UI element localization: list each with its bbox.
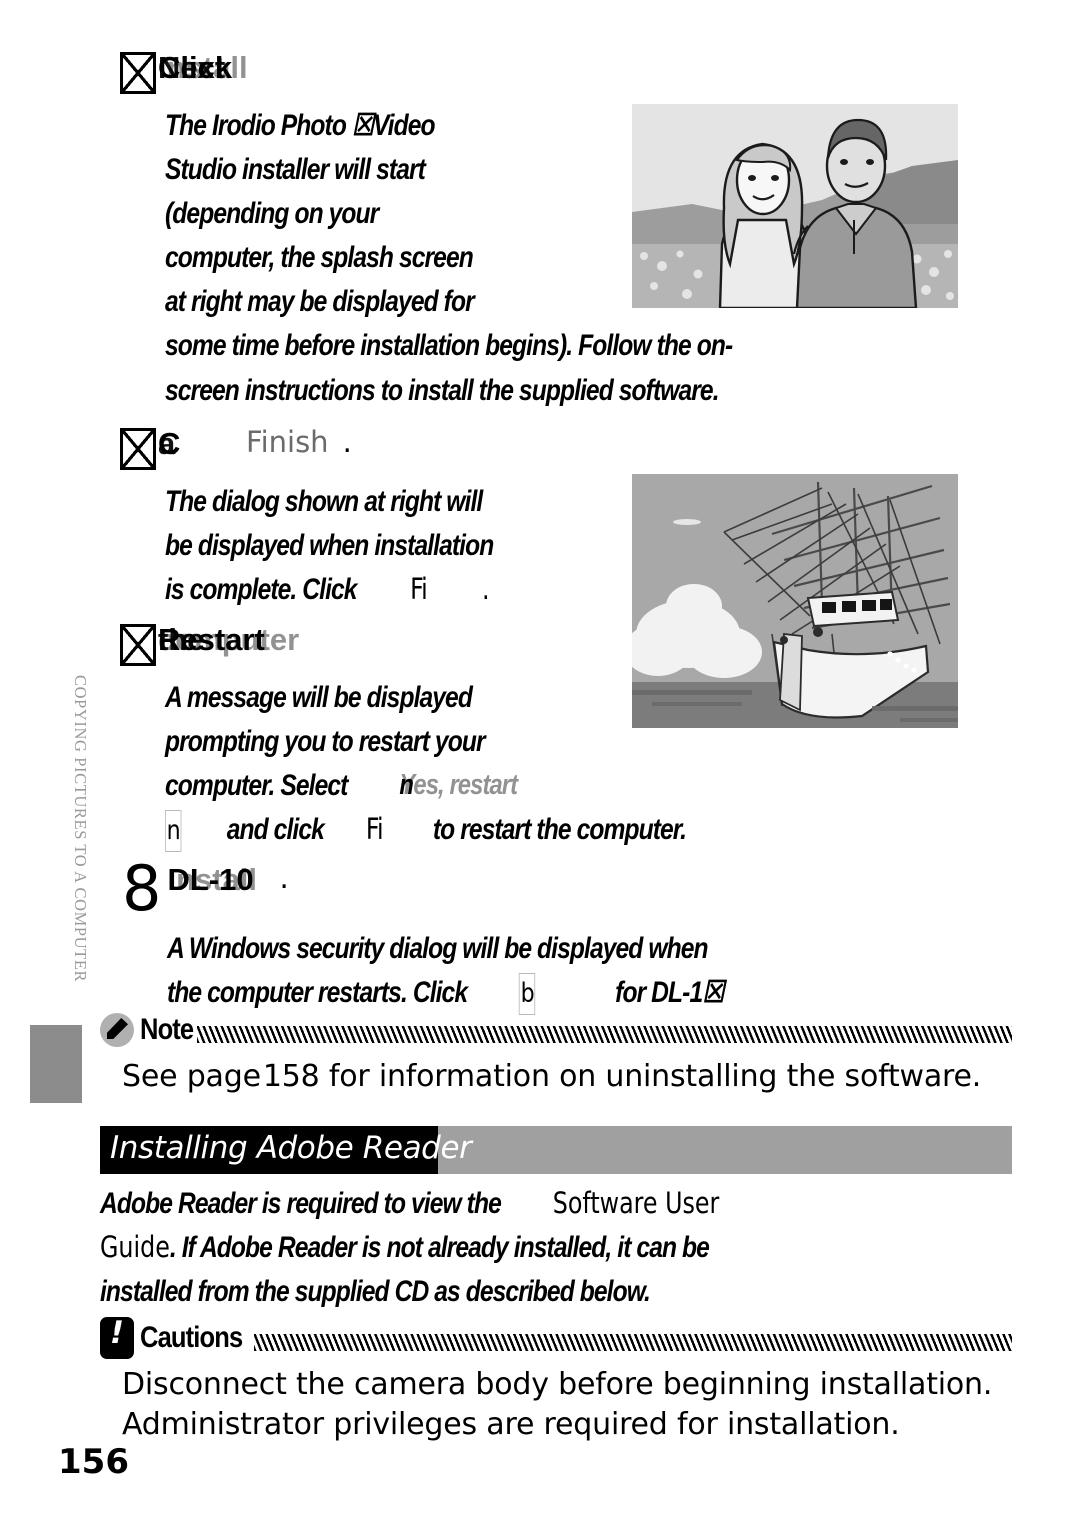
step-8-line-2-text: the computer restarts. Click (167, 975, 468, 1009)
step-8-tail: for DL-1☒ (615, 975, 724, 1009)
step-6-heading-glyphs: Install Next Click (158, 52, 328, 90)
caution-item-2: Administrator privileges are required fo… (122, 1407, 900, 1443)
caution-callout: Cautions Disconnect the camera body befo… (100, 1315, 1012, 1445)
step-7b-body: A message will be displayed prompting yo… (165, 676, 800, 852)
step-7a: a C Finish . The dialog shown at right w… (120, 428, 565, 612)
page-number: 156 (58, 1442, 129, 1482)
adobe-line-1-plain: Software User (552, 1186, 720, 1220)
step-7a-tail-period: . (481, 572, 490, 607)
exclamation-icon (100, 1315, 134, 1359)
caution-item-1: Disconnect the camera body before beginn… (122, 1367, 993, 1402)
step-7a-period: . (342, 425, 352, 459)
finish-inline-button[interactable]: Fi (410, 572, 428, 606)
allow-inline-button[interactable]: b (518, 972, 536, 1015)
step-6-line-7: screen instructions to install the suppl… (165, 373, 720, 407)
step-7a-line-3-text: is complete. Click (165, 573, 357, 607)
step-7a-heading-glyphs: a C (158, 428, 198, 466)
finish-inline-button[interactable]: Fi (366, 812, 384, 846)
manual-page: COPYING PICTURES TO A COMPUTER Install N… (0, 0, 1080, 1522)
running-head-text: COPYING PICTURES TO A COMPUTER (71, 675, 90, 983)
finish-button-label[interactable]: Finish (246, 428, 329, 457)
note-callout: Note See page158 for information on unin… (100, 1010, 1012, 1096)
adobe-line-1: Adobe Reader is required to view the Sof… (100, 1182, 863, 1226)
note-body-prefix: See page (122, 1059, 261, 1094)
step-8-line-1: A Windows security dialog will be displa… (167, 931, 709, 965)
caution-header: Cautions (100, 1315, 1012, 1359)
glyph-layer-1: Click (158, 50, 233, 85)
adobe-line-2-plain: Guide (100, 1230, 170, 1265)
step-8-body: A Windows security dialog will be displa… (167, 927, 846, 1015)
note-header: Note (100, 1010, 1012, 1050)
note-label: Note (140, 1013, 194, 1046)
step-7a-line-2: be displayed when installation (165, 529, 494, 563)
caution-label: Cautions (140, 1321, 243, 1354)
section-heading-title: Installing Adobe Reader (110, 1130, 472, 1166)
glyph-layer-1: DL-10 (167, 862, 254, 897)
glyph-layer-3: Yes, restart (399, 769, 518, 802)
note-body-suffix: for information on uninstalling the soft… (328, 1059, 982, 1094)
step-8-line-2: the computer restarts. Click b for DL-1☒ (167, 971, 724, 1015)
note-page-reference[interactable]: 158 (263, 1059, 320, 1094)
glyph-layer-1: Restart (158, 622, 265, 657)
pencil-icon (100, 1013, 134, 1047)
step-7b-line-1: A message will be displayed (165, 681, 473, 714)
step-8-number: 8 (122, 852, 162, 925)
and-click-text: and click (226, 813, 325, 847)
step-8-heading: 8 Install DL-10 . (122, 852, 846, 925)
step-7b-line-3: computer. Select Yes, restart n (165, 764, 686, 808)
step-7b-line-4: n and click Fi to restart the computer. (165, 808, 687, 852)
glyph-layer-1: n (399, 769, 414, 802)
step-6-heading: Install Next Click (120, 52, 857, 94)
caution-rule (254, 1334, 1012, 1351)
notdef-box-icon (120, 624, 156, 666)
notdef-box-icon (120, 52, 156, 94)
step-7b-line-3-text: computer. Select (165, 769, 348, 803)
step-7b: computer the Restart A message will be d… (120, 624, 800, 852)
adobe-line-3: installed from the supplied CD as descri… (100, 1275, 651, 1309)
couple-portrait-illustration (632, 104, 958, 308)
section-body: Adobe Reader is required to view the Sof… (100, 1182, 1030, 1314)
step-7a-body: The dialog shown at right will be displa… (165, 480, 565, 612)
step-7a-line-3: is complete. Click Fi . (165, 568, 493, 612)
step-7a-line-1: The dialog shown at right will (165, 485, 483, 518)
glyph-layer-1: C (158, 426, 181, 461)
step-7b-heading-glyphs: computer the Restart (158, 622, 299, 662)
adobe-line-2: Guide. If Adobe Reader is not already in… (100, 1226, 863, 1270)
adobe-line-1-italic: Adobe Reader is required to view the (100, 1187, 502, 1220)
yes-option-box[interactable]: n (165, 810, 182, 852)
note-rule (196, 1026, 1012, 1043)
step-6-line-6: some time before installation begins). F… (165, 329, 733, 363)
note-body: See page158 for information on uninstall… (122, 1058, 1012, 1096)
step-8-heading-glyphs: Install DL-10 (167, 864, 297, 902)
step-8: 8 Install DL-10 . A Windows security dia… (122, 852, 846, 1015)
chapter-tab (30, 1025, 82, 1103)
restart-option-glyphs[interactable]: Yes, restart n (399, 764, 522, 801)
notdef-box-icon (120, 428, 156, 470)
step-7b-tail: to restart the computer. (432, 813, 687, 847)
step-7b-line-2: prompting you to restart your (165, 725, 486, 759)
step-7b-heading: computer the Restart (120, 624, 800, 666)
couple-portrait-svg (632, 104, 958, 308)
adobe-line-2-italic: . If Adobe Reader is not already install… (169, 1231, 710, 1265)
section-heading-bar: Installing Adobe Reader (100, 1126, 1012, 1174)
step-7a-heading: a C Finish . (120, 428, 565, 470)
